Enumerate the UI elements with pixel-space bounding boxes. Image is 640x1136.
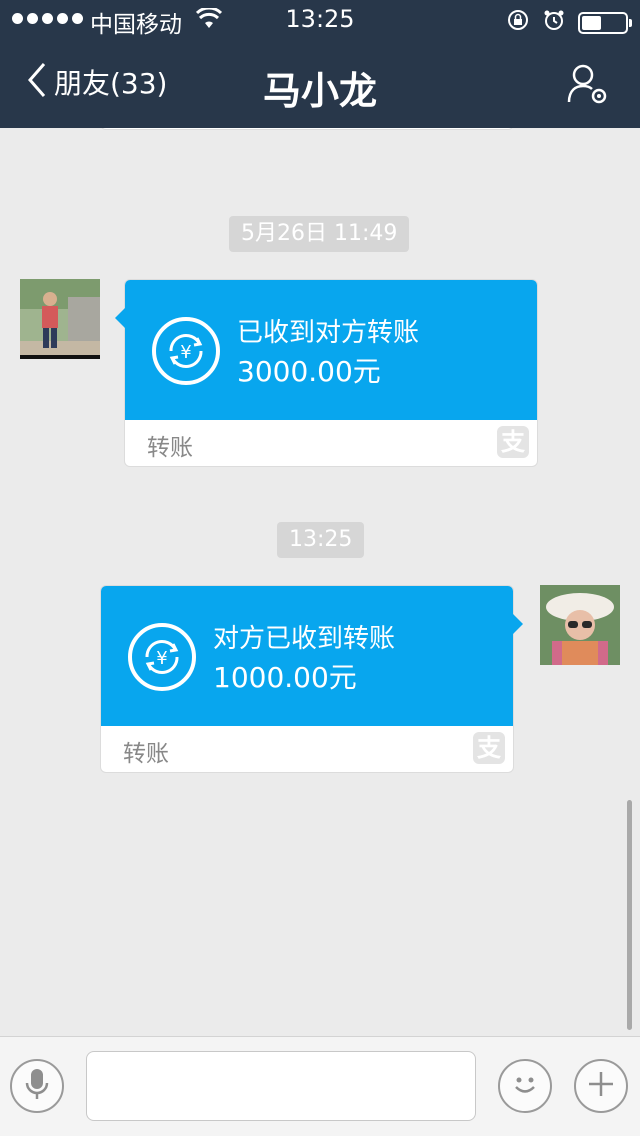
app-header: 中国移动 13:25 朋友(33) 马小龙: [0, 0, 640, 128]
timestamp: 13:25: [277, 522, 365, 558]
nav-bar: 朋友(33) 马小龙: [0, 40, 640, 128]
user-settings-icon: [566, 64, 610, 110]
microphone-icon: [24, 1067, 50, 1105]
transfer-card-sent[interactable]: ¥ 对方已收到转账 1000.00元 转账 支: [100, 585, 523, 773]
smiley-icon: [508, 1067, 542, 1105]
rotation-lock-icon: [506, 8, 530, 38]
transfer-yen-icon: ¥: [151, 316, 221, 386]
avatar-friend[interactable]: [20, 279, 100, 359]
transfer-yen-icon: ¥: [127, 622, 197, 692]
scrollbar[interactable]: [627, 800, 632, 1030]
input-bar: [0, 1036, 640, 1136]
page-title: 马小龙: [262, 69, 377, 113]
emoji-button[interactable]: [498, 1059, 552, 1113]
plus-icon: [586, 1069, 616, 1103]
more-button[interactable]: [574, 1059, 628, 1113]
transfer-label: 转账: [147, 435, 193, 461]
transfer-label: 转账: [123, 741, 169, 767]
battery-icon: [578, 12, 632, 34]
transfer-card-previous[interactable]: 转账 支: [100, 128, 514, 130]
svg-text:¥: ¥: [156, 648, 167, 669]
alarm-icon: [542, 8, 566, 38]
voice-button[interactable]: [10, 1059, 64, 1113]
transfer-title: 对方已收到转账: [213, 624, 396, 654]
battery-level: [582, 16, 601, 30]
svg-text:¥: ¥: [180, 342, 191, 363]
chat-settings-button[interactable]: [566, 62, 610, 110]
transfer-amount: 3000.00元: [237, 355, 381, 388]
transfer-card-received[interactable]: ¥ 已收到对方转账 3000.00元 转账 支: [115, 279, 538, 467]
timestamp: 5月26日 11:49: [229, 216, 410, 252]
status-bar: 中国移动 13:25: [0, 0, 640, 40]
alipay-icon: 支: [473, 732, 505, 764]
avatar-self[interactable]: [540, 585, 620, 665]
transfer-title: 已收到对方转账: [237, 318, 420, 348]
transfer-amount: 1000.00元: [213, 661, 357, 694]
alipay-icon: 支: [497, 426, 529, 458]
message-input[interactable]: [86, 1051, 476, 1121]
chat-area[interactable]: 转账 支 5月26日 11:49: [0, 128, 640, 1036]
